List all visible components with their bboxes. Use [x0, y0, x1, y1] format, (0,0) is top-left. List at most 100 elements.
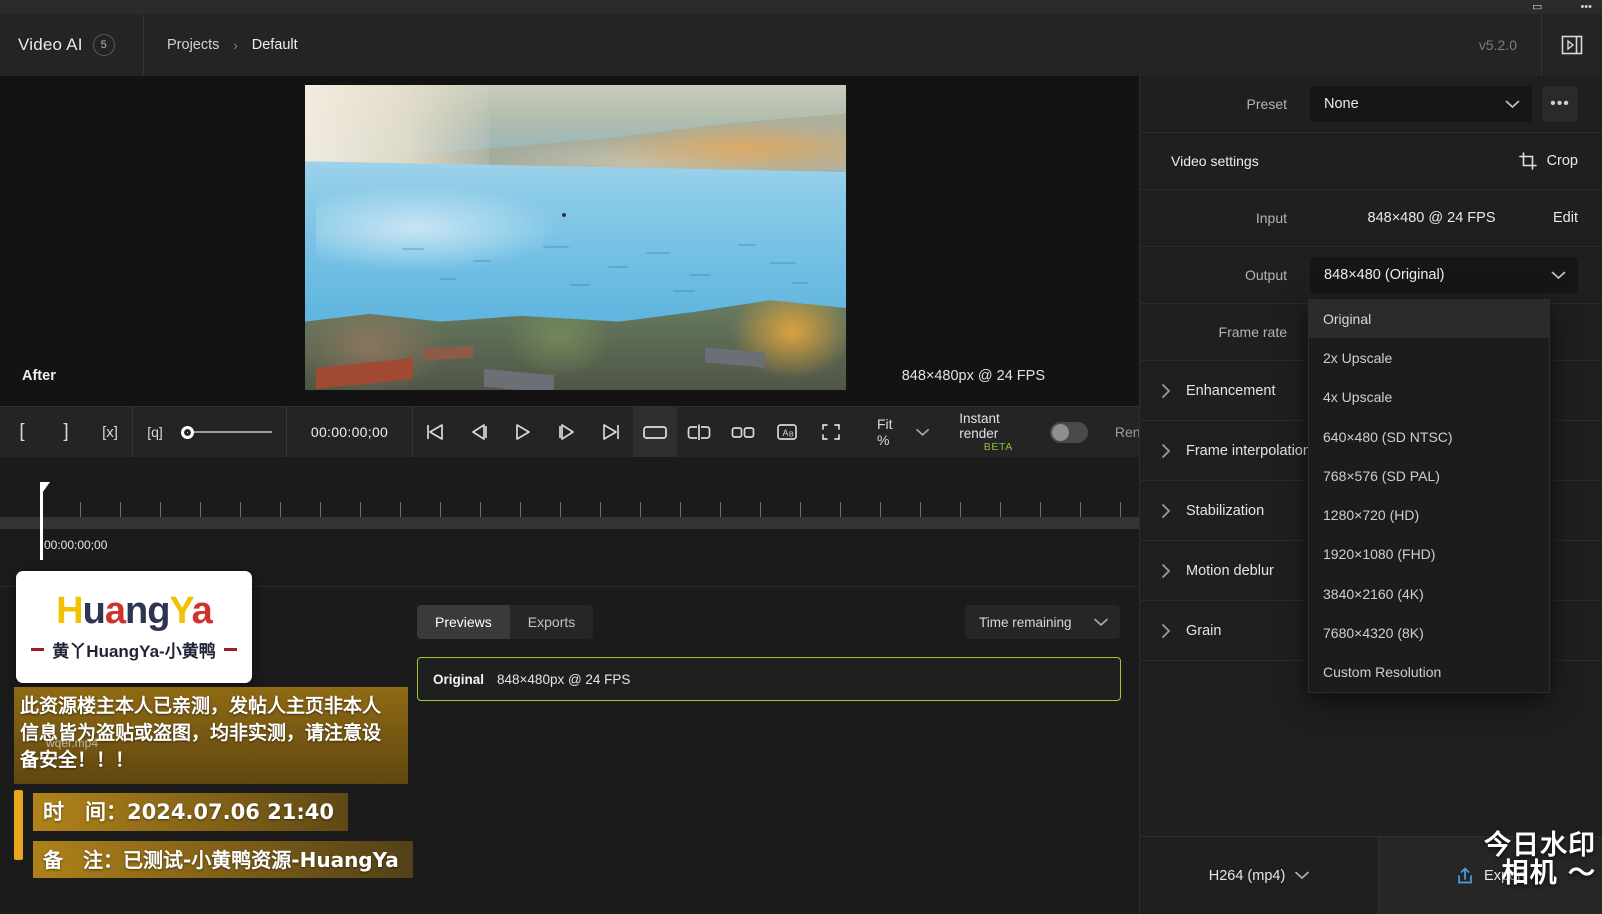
- video-viewer[interactable]: After 848×480px @ 24 FPS: [0, 76, 1139, 406]
- app-title: Video AI: [18, 35, 83, 54]
- output-value: 848×480 (Original): [1324, 267, 1445, 283]
- mark-group: [ ] [x]: [0, 407, 133, 457]
- single-view-button[interactable]: [633, 407, 677, 457]
- breadcrumb-current[interactable]: Default: [252, 37, 298, 53]
- skip-end-button[interactable]: [589, 407, 633, 457]
- output-option-custom[interactable]: Custom Resolution: [1309, 653, 1549, 692]
- output-option-4x[interactable]: 4x Upscale: [1309, 378, 1549, 417]
- output-option-4k[interactable]: 3840×2160 (4K): [1309, 574, 1549, 613]
- sort-dropdown[interactable]: Time remaining: [965, 605, 1120, 639]
- crop-icon: [1518, 152, 1537, 170]
- dash-icon: [223, 648, 237, 651]
- clear-marks-button[interactable]: [x]: [88, 407, 132, 457]
- more-icon[interactable]: •••: [1580, 0, 1592, 14]
- timeline-start-timecode: 00:00:00;00: [44, 538, 108, 552]
- chevron-right-icon: [1162, 623, 1171, 638]
- breadcrumb-projects[interactable]: Projects: [167, 37, 219, 53]
- svg-text:B: B: [789, 432, 794, 439]
- chevron-down-icon: [1505, 100, 1520, 108]
- compare-ab-button[interactable]: A B: [765, 407, 809, 457]
- step-back-icon: [472, 424, 487, 440]
- current-timecode[interactable]: 00:00:00;00: [287, 407, 412, 457]
- fullscreen-icon: [822, 424, 840, 440]
- tab-previews[interactable]: Previews: [417, 605, 510, 639]
- instant-render-label: Instant render: [959, 411, 1000, 441]
- zoom-group: [q]: [133, 407, 287, 457]
- svg-text:A: A: [783, 428, 789, 438]
- toggle-knob: [1052, 423, 1070, 441]
- tab-exports[interactable]: Exports: [509, 605, 594, 639]
- crop-label: Crop: [1546, 153, 1578, 169]
- play-icon: [516, 424, 530, 440]
- output-option-8k[interactable]: 7680×4320 (8K): [1309, 613, 1549, 652]
- fit-dropdown[interactable]: Fit %: [853, 407, 943, 457]
- logo-part-h: H: [56, 590, 83, 632]
- output-option-sd-pal[interactable]: 768×576 (SD PAL): [1309, 456, 1549, 495]
- watermark-note-line-1: 此资源楼主本人已亲测，发帖人主页非本人: [20, 695, 382, 717]
- output-option-original[interactable]: Original: [1309, 299, 1549, 339]
- output-label: Output: [1244, 267, 1287, 283]
- watermark-corner-brand: 今日水印 相机 ～: [1484, 831, 1596, 888]
- preset-more-button[interactable]: •••: [1542, 86, 1578, 122]
- timeline[interactable]: 00:00:00;00: [0, 457, 1139, 586]
- transport-toolbar: [ ] [x] [q] 00:00:00;00 A B Fit % Instan…: [0, 406, 1139, 457]
- output-option-fhd[interactable]: 1920×1080 (FHD): [1309, 535, 1549, 574]
- logo-part-y: Y: [169, 590, 192, 632]
- step-forward-icon: [559, 424, 574, 440]
- chevron-down-icon: [1295, 871, 1310, 880]
- side-by-side-button[interactable]: [721, 407, 765, 457]
- accordion-label: Motion deblur: [1186, 562, 1274, 579]
- logo-part-u: u: [82, 590, 106, 632]
- preview-item-name: Original: [433, 671, 485, 687]
- instant-render-labels: Instant render BETA: [959, 411, 1037, 453]
- watermark-remark: 备 注：已测试-小黄鸭资源-HuangYa: [33, 841, 413, 878]
- preview-list-item[interactable]: Original 848×480px @ 24 FPS: [417, 657, 1121, 701]
- compare-ab-icon: A B: [777, 424, 797, 440]
- mark-in-button[interactable]: [: [0, 407, 44, 457]
- watermark-time: 时 间：2024.07.06 21:40: [33, 793, 349, 831]
- output-option-hd[interactable]: 1280×720 (HD): [1309, 495, 1549, 534]
- frame-rate-label: Frame rate: [1218, 324, 1287, 340]
- step-back-button[interactable]: [457, 407, 501, 457]
- skip-start-button[interactable]: [413, 407, 457, 457]
- output-option-sd-ntsc[interactable]: 640×480 (SD NTSC): [1309, 417, 1549, 456]
- logo-part-ng: ng: [124, 590, 170, 632]
- step-forward-button[interactable]: [545, 407, 589, 457]
- preset-row: Preset None •••: [1140, 76, 1602, 133]
- side-by-side-icon: [731, 427, 755, 438]
- play-button[interactable]: [501, 407, 545, 457]
- single-view-icon: [643, 426, 667, 439]
- fit-label: Fit %: [877, 416, 893, 448]
- minimize-icon[interactable]: ▭: [1532, 0, 1542, 14]
- chevron-right-icon: [1162, 563, 1171, 578]
- output-option-2x[interactable]: 2x Upscale: [1309, 338, 1549, 377]
- output-select[interactable]: 848×480 (Original): [1310, 257, 1578, 293]
- chevron-right-icon: [1162, 503, 1171, 518]
- zoom-slider[interactable]: [177, 425, 286, 439]
- viewer-after-label: After: [22, 368, 56, 384]
- fullscreen-button[interactable]: [809, 407, 853, 457]
- video-preview-frame[interactable]: [305, 85, 846, 390]
- timeline-ruler[interactable]: [0, 482, 1139, 518]
- mark-out-button[interactable]: ]: [44, 407, 88, 457]
- zoom-slider-knob[interactable]: [181, 425, 194, 439]
- accordion-label: Stabilization: [1186, 502, 1265, 519]
- timeline-track[interactable]: [0, 517, 1139, 529]
- panel-toggle-button[interactable]: [1541, 14, 1602, 76]
- input-edit-button[interactable]: Edit: [1553, 210, 1578, 226]
- zoom-slider-track[interactable]: [194, 431, 272, 433]
- instant-render-control: Instant render BETA Ren: [943, 407, 1139, 457]
- timeline-playhead[interactable]: [40, 482, 50, 560]
- top-bar: Video AI 5 Projects › Default v5.2.0: [0, 14, 1602, 76]
- output-dropdown-menu[interactable]: Original 2x Upscale 4x Upscale 640×480 (…: [1308, 299, 1550, 693]
- share-upload-icon: [1458, 867, 1472, 884]
- instant-render-toggle[interactable]: [1050, 421, 1088, 443]
- app-version: v5.2.0: [1478, 37, 1517, 53]
- watermark-logo: HuangYa: [56, 590, 213, 632]
- codec-select[interactable]: H264 (mp4): [1140, 837, 1379, 914]
- crop-button[interactable]: Crop: [1518, 152, 1578, 170]
- credits-badge[interactable]: 5: [92, 34, 115, 56]
- zoom-icon[interactable]: [q]: [133, 407, 177, 457]
- split-view-button[interactable]: [677, 407, 721, 457]
- preset-select[interactable]: None: [1310, 86, 1532, 122]
